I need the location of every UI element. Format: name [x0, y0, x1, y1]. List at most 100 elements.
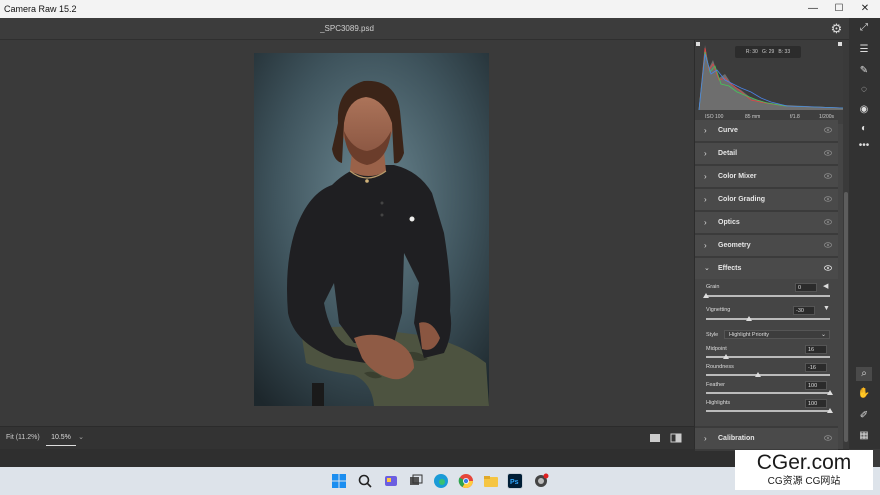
eye-icon[interactable]	[824, 435, 832, 441]
section-label: Color Mixer	[718, 173, 757, 180]
feather-value-field[interactable]: 100	[805, 381, 827, 390]
chrome-icon[interactable]	[458, 473, 474, 489]
presets-icon[interactable]: ◐	[856, 122, 872, 136]
vignetting-value-field[interactable]: -30	[793, 306, 815, 315]
vignetting-slider-thumb[interactable]	[746, 316, 753, 321]
eye-icon[interactable]	[824, 265, 832, 271]
midpoint-slider-thumb[interactable]	[722, 354, 729, 359]
bandage-icon[interactable]: ✎	[856, 64, 872, 78]
r-value: 30	[752, 49, 758, 55]
close-button[interactable]: ✕	[852, 0, 878, 18]
chevron-right-icon: ›	[704, 149, 707, 158]
hand-icon[interactable]: ✋	[856, 387, 872, 401]
zoom-icon[interactable]: ⌕	[856, 367, 872, 381]
chevron-right-icon: ›	[704, 195, 707, 204]
chevron-right-icon: ›	[704, 434, 707, 443]
widgets-icon[interactable]	[383, 473, 399, 489]
highlights-label: Highlights	[706, 400, 731, 406]
red-eye-icon[interactable]: ◉	[856, 103, 872, 117]
eye-icon[interactable]	[824, 173, 832, 179]
roundness-slider-thumb[interactable]	[755, 372, 762, 377]
section-label: Geometry	[718, 242, 751, 249]
zoom-fit-button[interactable]: Fit (11.2%)	[6, 427, 40, 449]
before-after-icon[interactable]	[670, 432, 682, 444]
roundness-value-field[interactable]: -16	[805, 363, 827, 372]
status-bar	[0, 449, 849, 467]
style-select[interactable]: Highlight Priority ⌄	[724, 330, 830, 339]
task-view-icon[interactable]	[408, 473, 424, 489]
chevron-down-icon[interactable]: ⌄	[76, 431, 86, 445]
b-label: B:	[778, 49, 784, 55]
triangle-left-icon[interactable]: ◀	[823, 282, 828, 290]
highlights-value-field[interactable]: 100	[805, 399, 827, 408]
feather-slider-thumb[interactable]	[827, 390, 833, 395]
minimize-button[interactable]: —	[800, 0, 826, 18]
mask-icon[interactable]: ◌	[856, 83, 872, 97]
section-color-grading[interactable]: › Color Grading	[695, 189, 838, 212]
photo-preview	[254, 53, 489, 406]
style-label: Style	[706, 332, 719, 338]
file-name: _SPC3089.psd	[320, 24, 374, 33]
file-explorer-icon[interactable]	[483, 473, 499, 489]
section-label: Calibration	[718, 435, 755, 442]
eye-icon[interactable]	[824, 127, 832, 133]
canvas-bottom-bar: Fit (11.2%) 10.5% ⌄	[0, 426, 694, 449]
chevron-right-icon: ›	[704, 241, 707, 250]
chevron-down-icon: ⌄	[704, 265, 710, 272]
histogram: R: 30 G: 29 B: 33	[695, 40, 843, 110]
chevron-down-icon: ⌄	[820, 332, 826, 338]
section-curve[interactable]: › Curve	[695, 120, 838, 143]
eye-icon[interactable]	[824, 242, 832, 248]
triangle-down-icon[interactable]: ▼	[823, 305, 830, 312]
gear-icon[interactable]: ⚙	[829, 21, 844, 36]
grain-slider[interactable]	[703, 293, 830, 298]
image-canvas[interactable]	[0, 40, 694, 426]
watermark: CGer.com CG资源 CG网站	[735, 450, 873, 490]
grain-slider-thumb[interactable]	[703, 293, 709, 298]
zoom-level-field[interactable]: 10.5%	[46, 431, 76, 446]
midpoint-label: Midpoint	[706, 346, 727, 352]
search-icon[interactable]	[357, 473, 373, 489]
eye-icon[interactable]	[824, 196, 832, 202]
section-color-mixer[interactable]: › Color Mixer	[695, 166, 838, 189]
midpoint-slider[interactable]	[706, 354, 830, 359]
highlights-slider[interactable]	[706, 408, 833, 413]
grid-icon[interactable]: ▦	[856, 429, 872, 443]
sliders-icon[interactable]: ☰	[856, 43, 872, 57]
vignetting-label: Vignetting	[706, 307, 731, 313]
maximize-button[interactable]: ☐	[826, 0, 852, 18]
section-optics[interactable]: › Optics	[695, 212, 838, 235]
svg-text:Ps: Ps	[510, 479, 519, 486]
section-geometry[interactable]: › Geometry	[695, 235, 838, 258]
eye-icon[interactable]	[824, 219, 832, 225]
watermark-line1: CGer.com	[756, 451, 852, 474]
roundness-slider[interactable]	[706, 372, 830, 377]
chevron-right-icon: ›	[704, 126, 707, 135]
more-icon[interactable]: •••	[856, 139, 872, 153]
section-label: Curve	[718, 127, 738, 134]
feather-slider[interactable]	[706, 390, 833, 395]
expand-icon[interactable]: ⤢	[856, 21, 872, 35]
section-calibration[interactable]: › Calibration	[695, 426, 838, 451]
scrollbar-thumb[interactable]	[844, 192, 848, 442]
effects-controls: Grain 0 ◀ Vignetting -30 ▼ Style Highlig…	[695, 283, 838, 419]
vignetting-slider[interactable]	[706, 316, 830, 321]
midpoint-value-field[interactable]: 16	[805, 345, 827, 354]
section-label: Detail	[718, 150, 738, 157]
grain-label: Grain	[706, 284, 720, 290]
section-label: Optics	[718, 219, 740, 226]
color-sampler-icon[interactable]: ✐	[856, 409, 872, 423]
app-icon[interactable]	[533, 473, 549, 489]
highlights-slider-thumb[interactable]	[827, 408, 833, 413]
single-view-icon[interactable]	[649, 432, 661, 444]
photoshop-icon[interactable]: Ps	[507, 473, 523, 489]
b-value: 33	[784, 49, 791, 55]
grain-value-field[interactable]: 0	[795, 283, 817, 292]
edit-panel: R: 30 G: 29 B: 33 ISO 100 85 mm f/1.8 1/…	[694, 40, 843, 451]
eye-icon[interactable]	[824, 150, 832, 156]
section-detail[interactable]: › Detail	[695, 143, 838, 166]
edge-icon[interactable]	[433, 473, 449, 489]
windows-start-icon[interactable]	[331, 473, 347, 489]
r-label: R:	[745, 49, 751, 55]
section-effects[interactable]: ⌄ Effects	[695, 258, 838, 279]
